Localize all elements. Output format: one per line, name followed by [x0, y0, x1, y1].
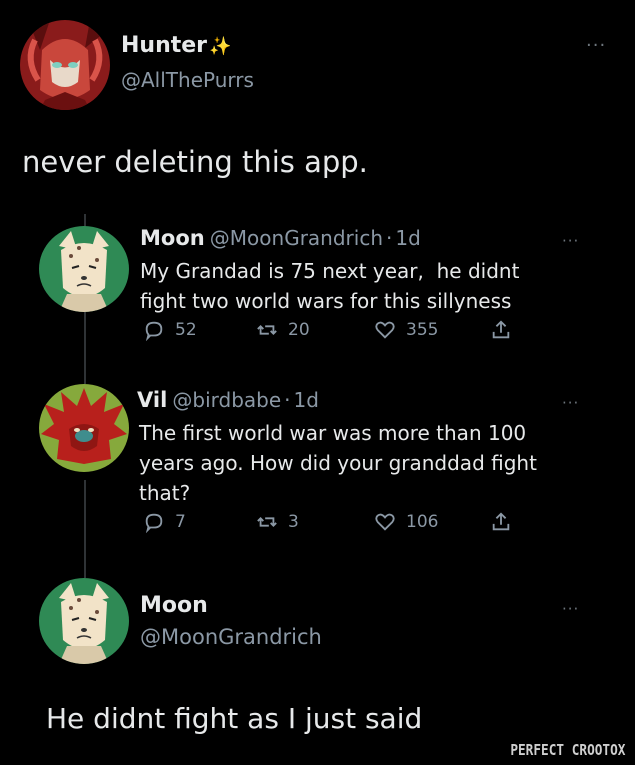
- reply1-text-line: My Grandad is 75 next year, he didnt: [140, 259, 520, 283]
- thread-line: [84, 312, 86, 384]
- like-count: 106: [406, 512, 439, 532]
- reply2-handle[interactable]: @birdbabe: [172, 388, 281, 412]
- focus-handle[interactable]: @MoonGrandrich: [140, 625, 322, 649]
- moon-avatar[interactable]: [39, 578, 129, 664]
- hunter-avatar[interactable]: [20, 20, 110, 110]
- reply1-text-line: fight two world wars for this sillyness: [140, 289, 512, 313]
- reply2-text-line: that?: [139, 481, 191, 505]
- like-count: 355: [406, 320, 439, 340]
- retweet-icon: [257, 517, 277, 527]
- retweet-button[interactable]: 20: [256, 319, 310, 341]
- reply2-display-name[interactable]: Vil: [137, 388, 167, 412]
- like-icon: [375, 321, 395, 339]
- reply2-time[interactable]: 1d: [294, 388, 319, 412]
- more-icon[interactable]: ···: [562, 234, 579, 249]
- retweet-icon: [257, 325, 277, 335]
- reply2-text: The first world war was more than 100 ye…: [139, 418, 537, 508]
- reply1-display-name[interactable]: Moon: [140, 226, 205, 250]
- share-icon: [492, 320, 510, 339]
- share-button[interactable]: [490, 511, 512, 533]
- reply1-time[interactable]: 1d: [395, 226, 420, 250]
- reply1-separator: ·: [386, 226, 393, 250]
- main-display-name-text: Hunter: [121, 33, 208, 58]
- reply-icon: [145, 513, 163, 533]
- thread-line: [84, 480, 86, 578]
- more-icon[interactable]: ···: [562, 396, 579, 411]
- focus-display-name[interactable]: Moon: [140, 593, 208, 618]
- retweet-count: 3: [288, 512, 299, 532]
- moon-avatar-image: [39, 226, 129, 312]
- like-button[interactable]: 355: [374, 319, 438, 341]
- vil-avatar[interactable]: [39, 384, 129, 472]
- share-button[interactable]: [490, 319, 512, 341]
- moon-avatar[interactable]: [39, 226, 129, 312]
- like-button[interactable]: 106: [374, 511, 438, 533]
- reply-count: 7: [175, 512, 186, 532]
- hunter-avatar-image: [20, 20, 110, 110]
- moon-avatar-image: [39, 578, 129, 664]
- reply-count: 52: [175, 320, 197, 340]
- vil-avatar-image: [39, 384, 129, 472]
- reply-button[interactable]: 7: [143, 511, 186, 533]
- reply2-text-line: years ago. How did your granddad fight: [139, 451, 537, 475]
- reply2-separator: ·: [284, 388, 291, 412]
- main-display-name[interactable]: Hunter ✨: [121, 33, 231, 58]
- like-icon: [375, 513, 395, 531]
- reply-icon: [145, 321, 163, 341]
- more-icon[interactable]: ···: [586, 37, 606, 55]
- main-tweet-text: never deleting this app.: [22, 145, 368, 179]
- reply1-handle[interactable]: @MoonGrandrich: [210, 226, 383, 250]
- share-icon: [492, 512, 510, 531]
- sparkle-icon: ✨: [209, 36, 232, 57]
- main-handle[interactable]: @AllThePurrs: [121, 68, 254, 92]
- reply1-header: Moon @MoonGrandrich · 1d: [140, 226, 421, 250]
- reply2-text-line: The first world war was more than 100: [139, 421, 527, 445]
- watermark: PERFECT CROOTOX: [509, 741, 625, 759]
- retweet-button[interactable]: 3: [256, 511, 299, 533]
- focus-tweet-text: He didnt fight as I just said: [46, 702, 423, 735]
- reply1-text: My Grandad is 75 next year, he didnt fig…: [140, 256, 519, 316]
- reply-button[interactable]: 52: [143, 319, 197, 341]
- retweet-count: 20: [288, 320, 310, 340]
- reply2-header: Vil @birdbabe · 1d: [137, 388, 319, 412]
- more-icon[interactable]: ···: [562, 602, 579, 617]
